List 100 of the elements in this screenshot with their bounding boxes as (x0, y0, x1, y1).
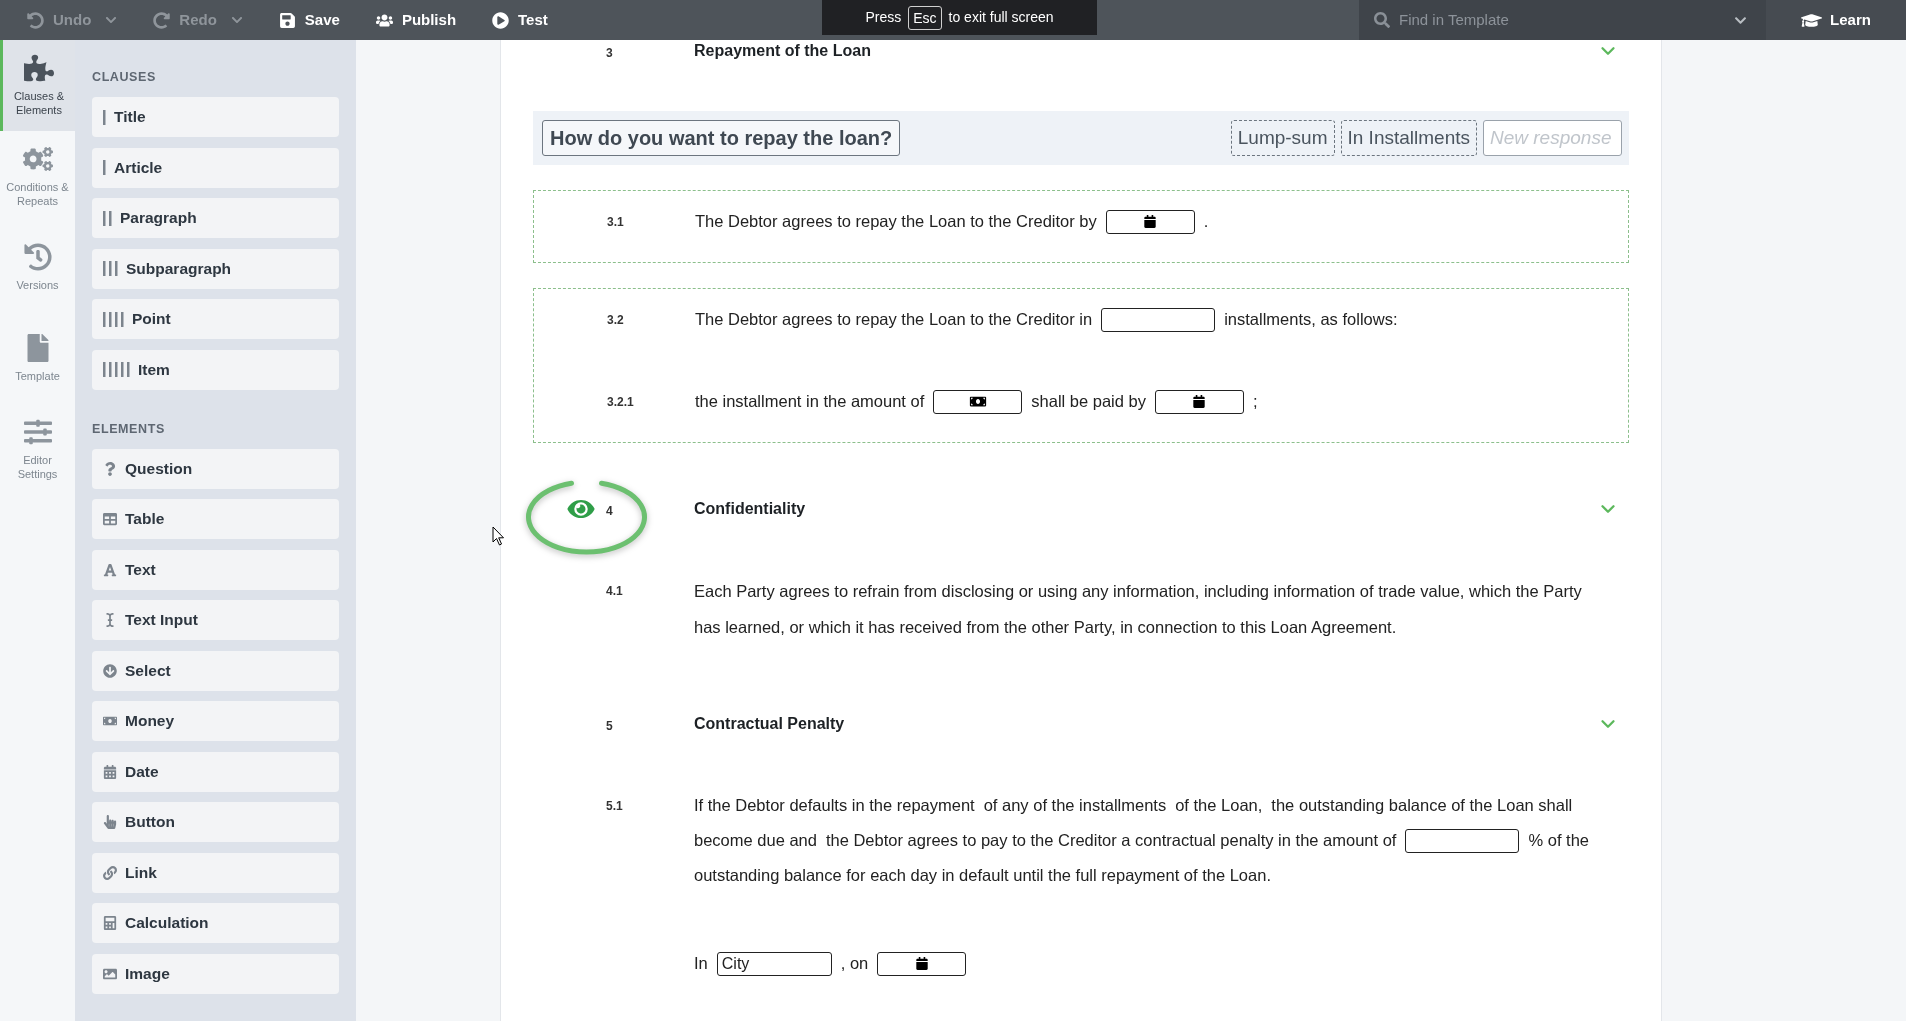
clause-number: 4.1 (606, 583, 623, 600)
vertical-bars-icon (103, 109, 106, 125)
vertical-bars-icon (103, 160, 106, 175)
vertical-bars-icon (103, 311, 124, 327)
clause-text: become due and (694, 830, 817, 852)
calendar-icon (103, 764, 117, 779)
palette-item[interactable]: Item (92, 349, 339, 390)
learn-button[interactable]: Learn (1766, 0, 1906, 40)
banknote-icon (968, 395, 987, 408)
section-title: Contractual Penalty (694, 714, 845, 734)
vertical-bars-icon (103, 210, 112, 226)
clause-text: of the Loan, (1175, 795, 1263, 817)
gears-icon (22, 145, 53, 173)
palette-item[interactable]: Question (92, 448, 339, 489)
letter-a-icon (103, 562, 117, 577)
palette-item[interactable]: Calculation (92, 903, 339, 943)
section-number: 5 (606, 718, 613, 733)
hand-pointer-icon (103, 815, 117, 829)
clause-text: the installment in the amount of (695, 391, 925, 413)
response-option[interactable]: In Installments (1340, 120, 1477, 156)
palette-item[interactable]: Image (92, 953, 339, 994)
palette-item[interactable]: Date (92, 751, 339, 792)
clause-text: the outstanding balance of the Loan shall (1271, 795, 1573, 817)
vertical-bars-icon (103, 362, 130, 377)
eye-icon[interactable] (567, 497, 595, 521)
palette-item[interactable]: Text Input (92, 600, 339, 640)
question-mark-icon (103, 461, 117, 476)
save-button[interactable]: Save (278, 8, 340, 32)
clause-text: , on (840, 953, 869, 975)
image-icon (103, 966, 117, 981)
text-field[interactable]: City (716, 951, 832, 976)
section-title: Repayment of the Loan (694, 41, 871, 61)
palette-item[interactable]: Money (92, 701, 339, 741)
date-field[interactable] (877, 951, 967, 976)
palette-item[interactable]: Point (92, 299, 339, 339)
money-field[interactable] (933, 389, 1023, 414)
question-box[interactable]: How do you want to repay the loan? (542, 120, 901, 156)
palette-item[interactable]: Title (92, 97, 339, 137)
clause-text: % of the (1528, 830, 1589, 852)
date-field[interactable] (1155, 389, 1244, 414)
calendar-icon (1144, 215, 1157, 228)
calculator-icon (103, 916, 117, 930)
clause-text: The Debtor agrees to repay the Loan to the Creditor in (695, 309, 1093, 331)
section-number: 3 (606, 45, 613, 60)
clause-text: the Debtor agrees to pay to the Creditor a contractual penalty in the amount of (825, 830, 1397, 852)
section-title: Confidentiality (694, 499, 806, 519)
clause-text: In (694, 953, 708, 975)
palette-item[interactable]: Select (92, 650, 339, 691)
clause-number: 3.2 (607, 311, 624, 329)
clause-text: outstanding balance for each day in default until the full repayment of the Loan. (694, 865, 1271, 887)
clause-number: 3.1 (607, 213, 624, 231)
clause-text: . (1203, 211, 1209, 233)
palette-item[interactable]: Table (92, 499, 339, 539)
esc-key: Esc (908, 5, 942, 30)
rail-tab[interactable]: Versions (0, 222, 75, 313)
link-icon (103, 865, 117, 880)
rail-tab[interactable]: Conditions & Repeats (0, 131, 75, 222)
palette-item[interactable]: Text (92, 549, 339, 590)
redo-icon (153, 11, 171, 29)
table-icon (103, 512, 117, 526)
clause-text: shall be paid by (1031, 391, 1146, 413)
notice-text: to exit full screen (948, 8, 1054, 27)
sliders-icon (22, 418, 53, 446)
publish-button[interactable]: Publish (375, 8, 457, 32)
vertical-bars-icon (103, 261, 118, 276)
calendar-icon (915, 957, 928, 970)
clause-number: 5.1 (606, 797, 623, 815)
number-field[interactable] (1101, 307, 1216, 332)
search-field[interactable]: Find in Template (1359, 0, 1766, 40)
calendar-icon (1193, 395, 1206, 408)
clause-text: If the Debtor defaults in the repayment (694, 795, 975, 817)
search-input[interactable]: Find in Template (1399, 8, 1734, 32)
circle-arrow-icon (103, 663, 117, 678)
palette-item[interactable]: Subparagraph (92, 248, 339, 289)
puzzle-piece-icon (24, 54, 54, 82)
number-field[interactable] (1405, 828, 1520, 853)
clause-text: of any of the installments (983, 795, 1167, 817)
clause-text: The Debtor agrees to repay the Loan to the Creditor by (695, 211, 1097, 233)
palette-heading: ELEMENTS (92, 420, 165, 437)
response-option[interactable]: Lump-sum (1230, 120, 1335, 156)
new-response-field[interactable]: New response (1483, 120, 1622, 156)
undo-icon (27, 11, 44, 29)
test-button[interactable]: Test (492, 8, 548, 32)
rail-tab[interactable]: Editor Settings (0, 404, 75, 495)
banknote-icon (103, 714, 117, 728)
history-icon (22, 243, 53, 271)
clause-text: ; (1253, 391, 1258, 413)
date-field[interactable] (1105, 209, 1195, 234)
palette-item[interactable]: Article (92, 147, 339, 188)
palette-item[interactable]: Link (92, 852, 339, 893)
notice-text: Press (865, 8, 902, 27)
clause-text: installments, as follows: (1224, 309, 1398, 331)
search-icon (1374, 12, 1390, 28)
clause-number: 3.2.1 (607, 393, 634, 411)
rail-tab[interactable]: Template (0, 313, 75, 404)
palette-item[interactable]: Button (92, 802, 339, 842)
palette-item[interactable]: Paragraph (92, 198, 339, 238)
section-number: 4 (606, 503, 613, 518)
rail-tab[interactable]: Clauses & Elements (0, 40, 75, 131)
palette-heading: CLAUSES (92, 69, 156, 85)
